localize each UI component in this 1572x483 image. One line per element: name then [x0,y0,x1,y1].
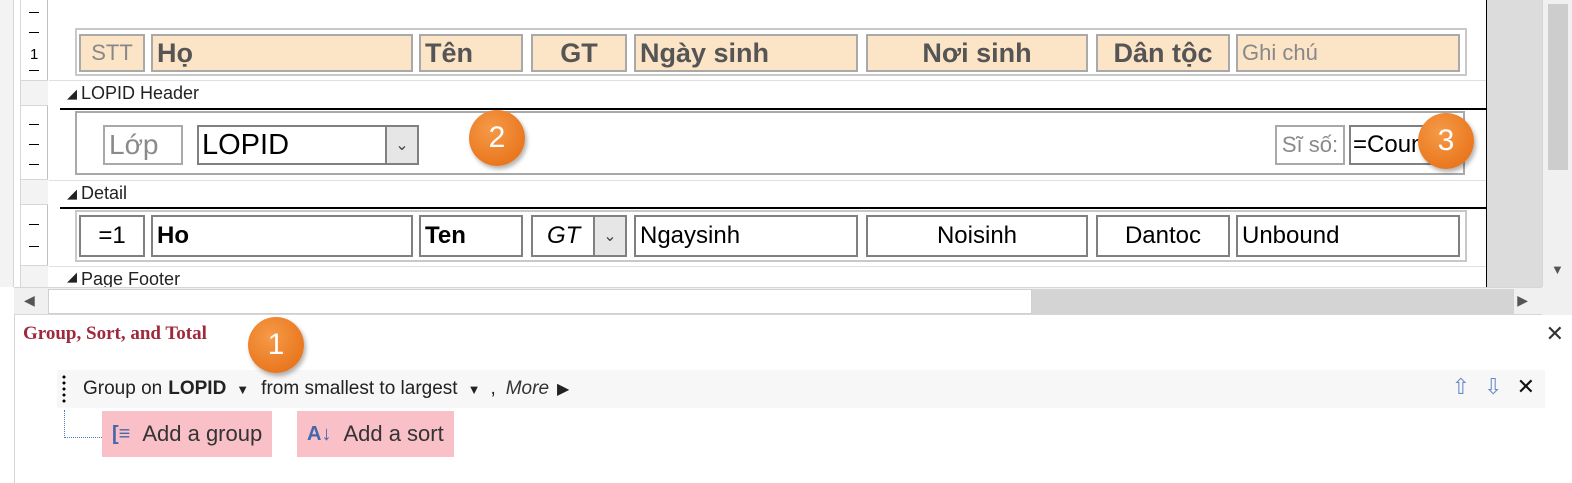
section-arrow-icon: ◢ [67,185,77,201]
page-header-labels: STT Họ Tên GT Ngày sinh Nơi sinh Dân tộc… [75,28,1467,76]
field-dantoc[interactable]: Dantoc [1096,215,1230,257]
more-arrow-icon[interactable]: ▶ [557,379,569,399]
field-ten[interactable]: Ten [419,215,523,257]
label-ho[interactable]: Họ [151,34,413,72]
dropdown-arrow-icon[interactable]: ▼ [468,382,481,397]
delete-icon[interactable]: ✕ [1517,374,1535,400]
scroll-down-arrow-icon[interactable]: ▼ [1551,262,1564,277]
group-on-label: Group on [83,378,163,399]
label-stt[interactable]: STT [79,34,145,72]
comma: , [490,378,496,399]
add-sort-label: Add a sort [343,421,444,446]
section-selector-lopid[interactable] [21,80,48,106]
detail-fields: =1 Ho Ten GT ⌄ Ngaysinh Noisinh Dantoc U… [75,210,1467,262]
move-up-icon[interactable]: ⇧ [1452,374,1470,400]
section-label: Page Footer [81,269,181,287]
label-lop[interactable]: Lớp [103,125,183,165]
ruler-tick [29,32,39,33]
combo-value: GT [547,222,581,249]
add-group-icon: [≡ [112,422,131,445]
section-bar-page-footer[interactable]: ◢ Page Footer [49,266,1541,287]
ruler-tick [29,124,39,125]
chevron-down-icon[interactable]: ⌄ [385,127,417,163]
combo-lopid[interactable]: LOPID ⌄ [197,125,419,165]
section-label: LOPID Header [81,83,200,103]
section-divider [60,108,1542,110]
left-margin [0,0,14,287]
ruler-tick [29,224,39,225]
lopid-header-box: Lớp LOPID ⌄ Sĩ số: =Coun [75,111,1465,175]
scroll-thumb[interactable] [1548,4,1568,170]
access-report-design-view: 1 STT Họ Tên GT Ngày sinh Nơi sinh Dân t… [0,0,1572,483]
section-arrow-icon: ◢ [67,85,77,101]
ruler-tick [29,164,39,165]
label-gt[interactable]: GT [531,34,627,72]
sort-az-icon: A↓ [307,422,332,445]
canvas-outside-area [1486,0,1542,287]
combo-value: LOPID [202,128,290,161]
scroll-left-arrow-icon[interactable]: ◀ [24,292,35,309]
tree-connector [64,410,106,438]
close-icon[interactable]: ✕ [1546,321,1564,347]
add-group-button[interactable]: [≡ Add a group [102,411,273,457]
field-noisinh[interactable]: Noisinh [866,215,1088,257]
vertical-scrollbar[interactable]: ▼ [1542,0,1572,287]
report-design-surface: 1 STT Họ Tên GT Ngày sinh Nơi sinh Dân t… [0,0,1572,291]
section-selector-detail[interactable] [21,179,48,205]
add-group-label: Add a group [142,421,263,446]
field-ngaysinh[interactable]: Ngaysinh [634,215,858,257]
section-divider [60,207,1542,209]
label-ten[interactable]: Tên [419,34,523,72]
section-arrow-icon: ◢ [67,269,77,284]
dropdown-arrow-icon[interactable]: ▼ [236,382,249,397]
label-noi-sinh[interactable]: Nơi sinh [866,34,1088,72]
field-stt[interactable]: =1 [79,215,145,257]
ruler-tick [29,144,39,145]
pane-title: Group, Sort, and Total [23,323,207,344]
scroll-corner [1542,287,1572,315]
more-link[interactable]: More [506,378,549,400]
scroll-thumb[interactable] [48,289,1032,314]
label-ngay-sinh[interactable]: Ngày sinh [634,34,858,72]
group-level-row[interactable]: Group on LOPID ▼ from smallest to larges… [57,370,1545,408]
section-bar-lopid-header[interactable]: ◢ LOPID Header [49,80,1541,106]
drag-handle-icon[interactable] [61,374,67,404]
callout-badge: 2 [469,110,525,166]
field-ho[interactable]: Ho [151,215,413,257]
label-dan-toc[interactable]: Dân tộc [1096,34,1230,72]
chevron-down-icon[interactable]: ⌄ [593,217,625,255]
section-bar-detail[interactable]: ◢ Detail [49,180,1541,206]
add-sort-button[interactable]: A↓ Add a sort [297,411,454,457]
label-si-so[interactable]: Sĩ số: [1275,125,1345,165]
ruler-tick [29,70,39,71]
horizontal-scrollbar[interactable]: ◀ ▶ [14,287,1542,315]
ruler-tick [29,246,39,247]
group-field[interactable]: LOPID [168,378,226,400]
combo-gt[interactable]: GT ⌄ [531,215,627,257]
scroll-right-arrow-icon[interactable]: ▶ [1517,292,1528,309]
callout-badge: 3 [1418,113,1474,169]
group-row-actions: ⇧ ⇩ ✕ [1452,374,1535,400]
sort-order[interactable]: from smallest to largest [261,378,457,400]
ruler-tick [29,12,39,13]
ruler-number: 1 [30,46,39,63]
callout-badge: 1 [248,317,304,373]
group-sort-total-pane: Group, Sort, and Total ✕ Group on LOPID … [14,315,1572,483]
label-ghi-chu[interactable]: Ghi chú [1236,34,1460,72]
move-down-icon[interactable]: ⇩ [1484,374,1502,400]
vertical-ruler: 1 [20,0,48,291]
field-unbound[interactable]: Unbound [1236,215,1460,257]
scroll-track[interactable] [1032,289,1514,314]
section-label: Detail [81,183,128,203]
